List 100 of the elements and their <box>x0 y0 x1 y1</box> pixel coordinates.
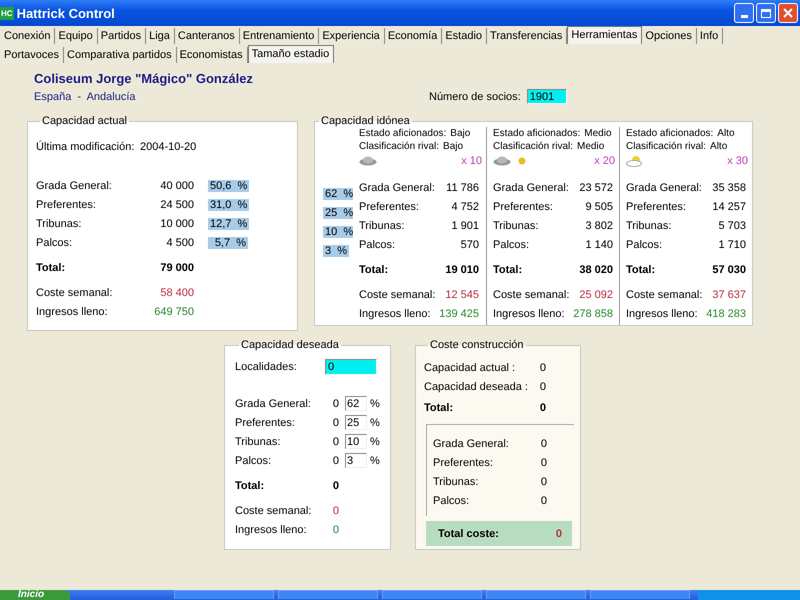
tab[interactable]: Canteranos <box>174 28 240 44</box>
percent-sign: % <box>370 398 380 410</box>
value: 79 000 <box>159 262 194 274</box>
app-icon: HC <box>0 6 14 20</box>
label: Localidades: <box>235 361 298 373</box>
value: 14 257 <box>711 200 746 212</box>
label: Palcos: <box>433 494 470 506</box>
value: 0 <box>540 456 547 468</box>
panel-title: Capacidad actual <box>41 115 128 127</box>
input-field[interactable]: 10 <box>345 434 367 449</box>
tab[interactable]: Conexión <box>1 28 56 44</box>
label: Preferentes: <box>359 200 420 212</box>
label: Estado aficionados: <box>493 128 580 139</box>
taskbar-button[interactable] <box>278 590 378 599</box>
label: Ingresos lleno: <box>359 308 432 320</box>
label: Tribunas: <box>359 220 406 232</box>
value: 0 <box>538 380 546 392</box>
label: Grada General: <box>493 182 569 194</box>
label: Grada General: <box>433 438 510 450</box>
label: Clasificación rival: <box>626 141 706 152</box>
tab[interactable]: Liga <box>146 28 175 44</box>
percent-value: 50,6 % <box>208 180 250 192</box>
label: Ingresos lleno: <box>235 524 308 536</box>
tab[interactable]: Comparativa partidos <box>64 47 177 63</box>
label: Estado aficionados: <box>626 128 714 139</box>
maximize-button[interactable] <box>756 3 776 23</box>
taskbar-button[interactable] <box>174 590 274 599</box>
cloud-icon <box>359 156 377 166</box>
label: Clasificación rival: <box>359 141 440 152</box>
value: 0 <box>554 528 562 540</box>
label: Tribunas: <box>36 218 82 230</box>
stadium-name: Coliseum Jorge "Mágico" González <box>34 71 254 86</box>
label: Ingresos lleno: <box>626 308 699 320</box>
percent-value: 3 % <box>323 244 350 256</box>
tab[interactable]: Tamaño estadio <box>248 45 334 63</box>
input-field[interactable]: 62 <box>345 396 367 411</box>
taskbar-button[interactable] <box>486 590 586 599</box>
label: Grada General: <box>626 182 702 194</box>
tab[interactable]: Info <box>696 28 724 44</box>
tab[interactable]: Partidos <box>98 28 146 44</box>
label: Coste semanal: <box>359 288 435 300</box>
input-field[interactable]: 0 <box>325 359 377 375</box>
value: 0 <box>538 402 546 414</box>
label: Ingresos lleno: <box>36 306 109 318</box>
value: 3 802 <box>584 220 613 232</box>
value: 12 545 <box>444 288 479 300</box>
value: 0 <box>540 438 547 450</box>
value: 24 500 <box>159 198 194 210</box>
tab[interactable]: Estadio <box>442 28 488 44</box>
taskbar-button[interactable] <box>382 590 482 599</box>
tab[interactable]: Equipo <box>55 28 98 44</box>
label: Coste semanal: <box>493 288 569 300</box>
partly-sunny-icon <box>626 155 644 167</box>
label: Total: <box>493 264 524 276</box>
label: Tribunas: <box>493 220 540 232</box>
value: 9 505 <box>584 200 613 212</box>
tab[interactable]: Economía <box>384 28 442 44</box>
value: 0 <box>540 476 547 488</box>
value: 0 <box>332 524 339 536</box>
label: Tribunas: <box>235 436 282 448</box>
input-field[interactable]: 1901 <box>526 89 567 104</box>
multiplier: x 20 <box>594 155 615 167</box>
panel-title: Capacidad deseada <box>240 339 340 351</box>
value: 0 <box>332 480 339 492</box>
label: Total: <box>36 262 66 274</box>
date-value: 2004-10-20 <box>140 140 196 152</box>
tab[interactable]: Portavoces <box>1 47 64 63</box>
value: 0 <box>332 504 339 516</box>
minimize-button[interactable] <box>734 3 754 23</box>
close-button[interactable] <box>778 3 798 23</box>
value: 35 358 <box>711 182 746 194</box>
percent-value: 12,7 % <box>208 218 250 230</box>
value: 40 000 <box>159 180 194 192</box>
label: Palcos: <box>36 236 74 248</box>
label: Total: <box>626 264 656 276</box>
value: 278 858 <box>572 308 613 320</box>
start-button[interactable]: Inicio <box>0 590 70 600</box>
value: 4 500 <box>165 236 194 248</box>
multiplier: x 30 <box>727 155 748 167</box>
input-field[interactable]: 3 <box>345 453 367 468</box>
label: Total: <box>359 264 390 276</box>
tab[interactable]: Entrenamiento <box>240 28 320 44</box>
label: Preferentes: <box>626 200 687 212</box>
panel-title: Capacidad idónea <box>320 115 411 127</box>
label: Ingresos lleno: <box>493 308 566 320</box>
value: 0 <box>538 362 546 374</box>
tab[interactable]: Opciones <box>642 28 697 44</box>
tab[interactable]: Experiencia <box>319 28 385 44</box>
label: Preferentes: <box>433 456 494 468</box>
label: Grada General: <box>36 180 113 192</box>
label: Clasificación rival: <box>493 141 574 152</box>
value: 0 <box>540 494 547 506</box>
label: Coste semanal: <box>36 286 114 298</box>
input-field[interactable]: 25 <box>345 415 367 430</box>
tab[interactable]: Herramientas <box>567 26 642 44</box>
percent-sign: % <box>370 436 380 448</box>
taskbar-button[interactable] <box>590 590 690 599</box>
value: 1 901 <box>450 220 479 232</box>
label: Grada General: <box>359 182 435 194</box>
percent-value: 5,7 % <box>208 236 248 248</box>
